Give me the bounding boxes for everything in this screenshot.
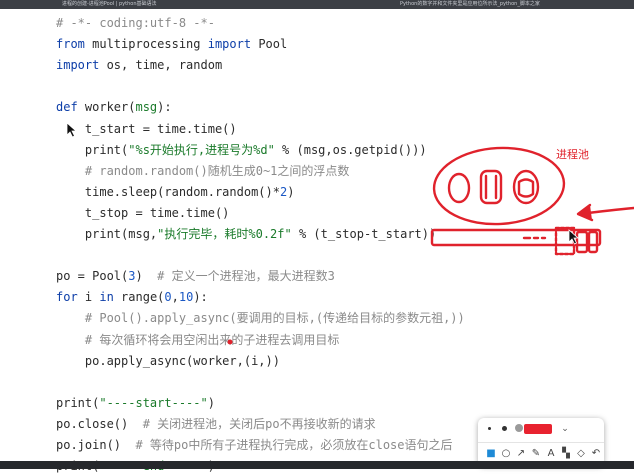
code-token: range(	[113, 290, 165, 305]
code-token: import	[56, 58, 100, 73]
code-line: po = Pool(3) # 定义一个进程池，最大进程数3	[56, 266, 335, 286]
code-token: from	[56, 37, 85, 52]
code-line: t_stop = time.time()	[56, 203, 230, 223]
tab-right[interactable]: Python的数字并和文件夹里是应用位所示法_python_脚本之家	[400, 0, 540, 9]
code-line: t_start = time.time()	[56, 119, 237, 139]
code-line: po.join() # 等待po中所有子进程执行完成，必须放在close语句之后	[56, 435, 453, 455]
rectangle-tool-icon[interactable]: ■	[484, 446, 498, 462]
code-token: i	[77, 290, 100, 305]
code-line: po.close() # 关闭进程池，关闭后po不再接收新的请求	[56, 414, 376, 434]
pen-tool-icon[interactable]: ✎	[529, 446, 543, 462]
annotation-label: 进程池	[556, 148, 589, 161]
code-line: from multiprocessing import Pool	[56, 34, 287, 54]
code-token: Pool	[251, 37, 288, 52]
annotation-toolbar: ⌄ ■ ○ ↗ ✎ A ▚ ◇ ↶	[478, 418, 604, 466]
code-line: print("%s开始执行,进程号为%d" % (msg,os.getpid()…	[56, 140, 427, 160]
mouse-cursor-icon	[66, 122, 78, 138]
ellipse-tool-icon[interactable]: ○	[499, 446, 513, 462]
code-line: for i in range(0,10):	[56, 287, 208, 307]
code-token: ):	[193, 290, 208, 305]
code-token: in	[99, 290, 114, 305]
stroke-size-large[interactable]	[515, 424, 523, 432]
code-token: print(	[56, 142, 129, 157]
eraser-tool-icon[interactable]: ◇	[574, 446, 588, 462]
code-token: # 关闭进程池，关闭后po不再接收新的请求	[142, 416, 376, 431]
code-line: # -*- coding:utf-8 -*-	[56, 13, 215, 33]
code-token: 10	[178, 290, 194, 305]
text-tool-icon[interactable]: A	[544, 446, 558, 462]
pen-cursor-icon	[568, 229, 580, 245]
stroke-size-small[interactable]	[488, 427, 491, 430]
code-line: time.sleep(random.random()*2)	[56, 182, 295, 202]
code-line: # 每次循环将会用空闲出来的子进程去调用目标	[56, 330, 339, 350]
title-bar: 进程的创建-进程池Pool | python基础语法 Python的数字并和文件…	[0, 0, 634, 9]
code-editor[interactable]: # -*- coding:utf-8 -*- from multiprocessi…	[0, 9, 634, 473]
code-token: def	[56, 100, 78, 115]
code-line: def worker(msg):	[56, 97, 172, 117]
color-swatch[interactable]	[524, 424, 552, 434]
code-token: ):	[157, 100, 172, 115]
bottom-strip	[0, 461, 634, 469]
code-line: po.apply_async(worker,(i,))	[56, 351, 280, 371]
code-token: "%s开始执行,进程号为%d"	[128, 142, 275, 157]
code-token: po.close()	[56, 416, 143, 431]
code-token: % (msg,os.getpid()))	[274, 142, 427, 157]
code-token: "执行完毕，耗时%0.2f"	[157, 227, 292, 241]
code-line: # Pool().apply_async(要调用的目标,(传递给目标的参数元祖,…	[56, 308, 465, 328]
code-token: )	[135, 269, 158, 284]
code-token: % (t_stop-t_start))	[291, 227, 437, 241]
code-token: ,	[171, 290, 179, 305]
code-token: 0	[164, 290, 172, 305]
code-line: # random.random()随机生成0~1之间的浮点数	[56, 161, 350, 181]
code-token: "----start----"	[99, 395, 208, 410]
toolbar-top-row: ⌄	[478, 418, 604, 440]
code-token: t_start = time.time()	[56, 121, 237, 136]
stroke-size-medium[interactable]	[502, 426, 507, 431]
code-token: for	[56, 290, 78, 305]
code-token: po.join()	[56, 438, 136, 452]
code-line: import os, time, random	[56, 55, 222, 75]
code-token: time.sleep(random.random()*	[56, 184, 280, 199]
code-token: # 每次循环将会用空闲出来的子进程去调用目标	[56, 332, 340, 347]
code-token: print(	[56, 395, 100, 410]
mosaic-tool-icon[interactable]: ▚	[559, 446, 573, 462]
code-token: # 等待po中所有子进程执行完成，必须放在close语句之后	[135, 438, 453, 452]
code-token: worker(	[77, 100, 136, 115]
chevron-down-icon[interactable]: ⌄	[558, 422, 572, 436]
code-token: # Pool().apply_async(要调用的目标,(传递给目标的参数元祖,…	[56, 311, 465, 326]
undo-icon[interactable]: ↶	[589, 446, 603, 462]
tab-left[interactable]: 进程的创建-进程池Pool | python基础语法	[62, 0, 157, 9]
code-token: )	[287, 184, 295, 199]
code-token: )	[207, 395, 215, 410]
code-token: msg	[135, 100, 158, 115]
code-line: print("----start----")	[56, 393, 215, 413]
arrow-tool-icon[interactable]: ↗	[514, 446, 528, 462]
code-token: # random.random()随机生成0~1之间的浮点数	[56, 163, 350, 178]
code-token: t_stop = time.time()	[56, 205, 230, 220]
code-token: multiprocessing	[84, 37, 208, 52]
code-token: import	[207, 37, 252, 52]
code-token: # -*- coding:utf-8 -*-	[56, 16, 215, 30]
code-line: print(msg,"执行完毕，耗时%0.2f" % (t_stop-t_sta…	[56, 224, 436, 244]
code-token: os, time, random	[99, 58, 223, 73]
code-token: po.apply_async(worker,(i,))	[56, 353, 280, 368]
code-token: po = Pool(	[56, 269, 129, 284]
code-token: # 定义一个进程池，最大进程数3	[157, 269, 335, 284]
code-token: print(msg,	[56, 227, 158, 241]
